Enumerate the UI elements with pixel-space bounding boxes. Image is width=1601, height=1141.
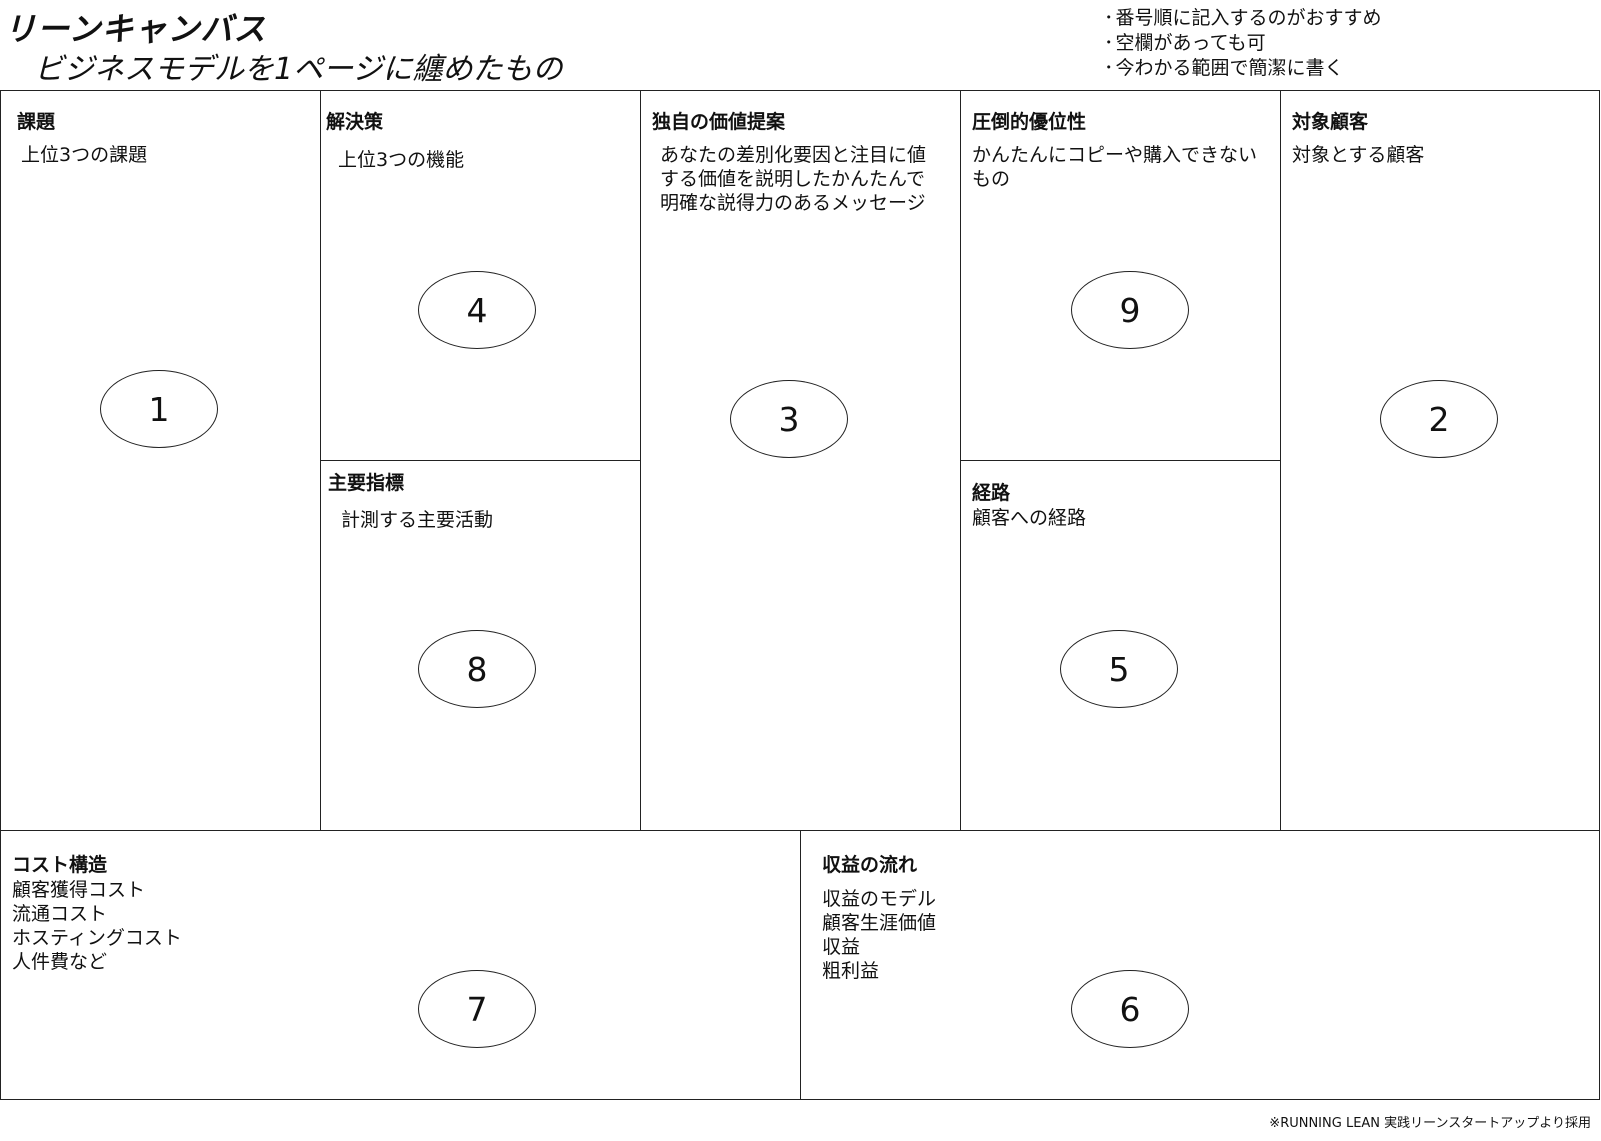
customer-segments-text: 対象とする顧客 <box>1292 144 1425 166</box>
cost-structure-text: 顧客獲得コスト 流通コスト ホスティングコスト 人件費など <box>12 879 182 973</box>
channels-title: 経路 <box>972 482 1011 504</box>
channels-text: 顧客への経路 <box>972 507 1087 529</box>
unfair-advantage-number-badge: 9 <box>1071 271 1189 349</box>
source-footnote: ※RUNNING LEAN 実践リーンスタートアップより採用 <box>1269 1116 1591 1131</box>
lean-canvas-grid: 課題 上位3つの課題 1 解決策 上位3つの機能 4 主要指標 計測する主要活動… <box>0 90 1600 1100</box>
unfair-advantage-title: 圧倒的優位性 <box>972 111 1087 133</box>
customer-segments-title: 対象顧客 <box>1292 111 1369 133</box>
grid-line-top <box>0 90 1600 91</box>
uvp-title: 独自の価値提案 <box>652 111 786 133</box>
key-metrics-title: 主要指標 <box>328 472 405 494</box>
grid-line-split-advantage <box>960 460 1280 461</box>
revenue-streams-number-badge: 6 <box>1071 970 1189 1048</box>
revenue-streams-text: 収益のモデル 顧客生涯価値 収益 粗利益 <box>822 888 937 982</box>
grid-line-col-4 <box>1280 90 1281 830</box>
grid-line-left <box>0 90 1 1100</box>
grid-line-bottom-split <box>800 830 801 1100</box>
customer-segments-number-badge: 2 <box>1380 380 1498 458</box>
grid-line-right <box>1599 90 1600 1100</box>
unfair-advantage-text: かんたんにコピーや購入できない もの <box>972 144 1258 190</box>
problem-number-badge: 1 <box>100 370 218 448</box>
note-item: 空欄があっても可 <box>1104 31 1382 56</box>
grid-line-split-solution <box>320 460 640 461</box>
note-item: 今わかる範囲で簡潔に書く <box>1104 56 1382 81</box>
problem-text: 上位3つの課題 <box>21 144 148 166</box>
revenue-streams-title: 収益の流れ <box>822 854 918 876</box>
page-subtitle: ビジネスモデルを1ページに纏めたもの <box>34 52 563 87</box>
key-metrics-number-badge: 8 <box>418 630 536 708</box>
problem-title: 課題 <box>17 111 56 133</box>
solution-title: 解決策 <box>326 111 384 133</box>
cost-structure-number-badge: 7 <box>418 970 536 1048</box>
note-item: 番号順に記入するのがおすすめ <box>1104 6 1382 31</box>
uvp-text: あなたの差別化要因と注目に値 する価値を説明したかんたんで 明確な説得力のあるメ… <box>660 144 927 214</box>
key-metrics-text: 計測する主要活動 <box>341 509 494 531</box>
instruction-notes: 番号順に記入するのがおすすめ 空欄があっても可 今わかる範囲で簡潔に書く <box>1104 6 1382 81</box>
cost-structure-title: コスト構造 <box>12 854 108 876</box>
channels-number-badge: 5 <box>1060 630 1178 708</box>
solution-text: 上位3つの機能 <box>338 149 465 171</box>
grid-line-col-2 <box>640 90 641 830</box>
solution-number-badge: 4 <box>418 271 536 349</box>
uvp-number-badge: 3 <box>730 380 848 458</box>
